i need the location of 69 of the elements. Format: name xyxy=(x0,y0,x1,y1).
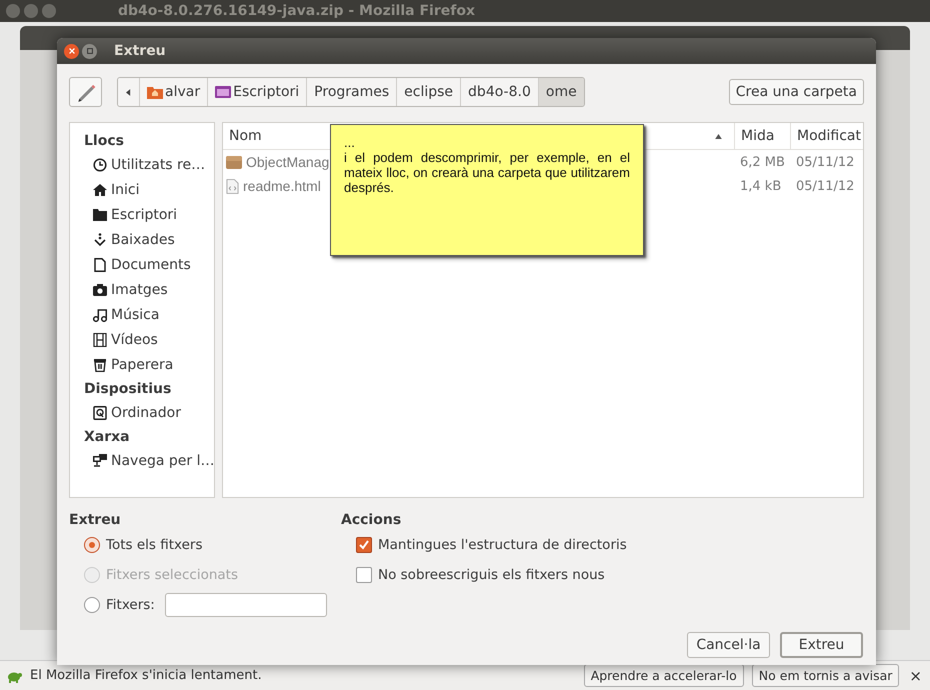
home-icon xyxy=(93,182,107,196)
sidebar-item[interactable]: Vídeos xyxy=(84,327,214,352)
sidebar-item[interactable]: Navega per l… xyxy=(84,448,214,473)
section-heading: Xarxa xyxy=(84,428,131,447)
notification-text: El Mozilla Firefox s'inicia lentament. xyxy=(30,668,262,683)
sidebar-item[interactable]: Imatges xyxy=(84,277,214,302)
document-icon xyxy=(93,258,107,272)
close-icon[interactable] xyxy=(64,44,79,58)
note-text: ... xyxy=(344,135,356,150)
drive-icon xyxy=(93,406,107,420)
file-size: 1,4 kB xyxy=(739,178,782,194)
file-date: 05/11/12 xyxy=(795,154,856,170)
option-label[interactable]: No sobreescriguis els fitxers nous xyxy=(378,567,605,583)
dialog-button[interactable]: Cancel·la xyxy=(687,632,770,658)
create-folder-button[interactable]: Crea una carpeta xyxy=(728,79,864,105)
notification-button[interactable]: No em tornis a avisar xyxy=(752,664,900,687)
sidebar-item[interactable]: Inici xyxy=(84,177,214,202)
dialog-button[interactable]: Extreu xyxy=(780,632,863,658)
section-heading: Llocs xyxy=(84,132,125,151)
checkbox[interactable] xyxy=(356,537,372,553)
column-header[interactable]: Mida xyxy=(734,123,790,149)
scroll-left-button[interactable] xyxy=(118,78,140,106)
file-size: 6,2 MB xyxy=(739,154,786,170)
column-header[interactable]: Modificat xyxy=(790,123,863,149)
section-heading: Dispositius xyxy=(84,380,172,399)
folder-icon xyxy=(93,208,107,222)
section-heading: Accions xyxy=(341,511,402,530)
sidebar-item[interactable]: Documents xyxy=(84,252,214,277)
maximize-icon[interactable] xyxy=(42,4,56,18)
dialog-title: Extreu xyxy=(114,43,166,59)
sidebar-item[interactable]: Paperera xyxy=(84,352,214,377)
desktop-folder-icon xyxy=(215,85,232,99)
clock-icon xyxy=(93,158,107,172)
notification-button[interactable]: Aprendre a accelerar-lo xyxy=(584,664,744,687)
note-text: i el podem descomprimir, per exemple, en el mateix lloc, on crearà una carpeta que utilitzarem després. xyxy=(344,150,630,195)
music-icon xyxy=(93,308,107,322)
camera-icon xyxy=(93,282,107,296)
input-field[interactable] xyxy=(164,593,327,617)
maximize-icon[interactable] xyxy=(82,44,97,58)
close-button[interactable]: × xyxy=(907,666,924,684)
column-header[interactable]: Nom xyxy=(223,123,323,149)
home-folder-icon xyxy=(147,85,163,99)
file-name[interactable]: readme.html xyxy=(243,178,321,194)
film-icon xyxy=(93,332,107,346)
option-label[interactable]: Fitxers: xyxy=(106,597,155,613)
network-icon xyxy=(93,454,107,468)
trash-icon xyxy=(93,358,107,372)
path-button[interactable]: ome xyxy=(538,78,584,106)
edit-location-button[interactable] xyxy=(69,77,102,107)
option-label[interactable]: Mantingues l'estructura de directoris xyxy=(378,537,627,553)
sidebar-item[interactable]: Baixades xyxy=(84,227,214,252)
package-icon xyxy=(226,155,242,169)
sidebar-item[interactable]: Escriptori xyxy=(84,202,214,227)
section-heading: Extreu xyxy=(69,511,122,530)
radio-button[interactable] xyxy=(84,597,100,613)
minimize-icon[interactable] xyxy=(24,4,38,18)
sidebar-item[interactable]: Ordinador xyxy=(84,400,214,425)
file-date: 05/11/12 xyxy=(795,178,856,194)
sidebar-item[interactable]: Música xyxy=(84,302,214,327)
file-icon xyxy=(226,178,239,194)
download-icon xyxy=(93,232,107,246)
file-name[interactable]: ObjectManag xyxy=(246,154,330,170)
caret-icon xyxy=(126,88,131,96)
option-label[interactable]: Tots els fitxers xyxy=(106,537,202,553)
radio-button[interactable] xyxy=(84,537,100,553)
sidebar-item[interactable]: Utilitzats re… xyxy=(84,152,214,177)
sort-arrow-icon xyxy=(715,134,722,138)
window-title: db4o-8.0.276.16149-java.zip - Mozilla Firefox xyxy=(118,3,475,19)
checkbox[interactable] xyxy=(356,567,372,583)
